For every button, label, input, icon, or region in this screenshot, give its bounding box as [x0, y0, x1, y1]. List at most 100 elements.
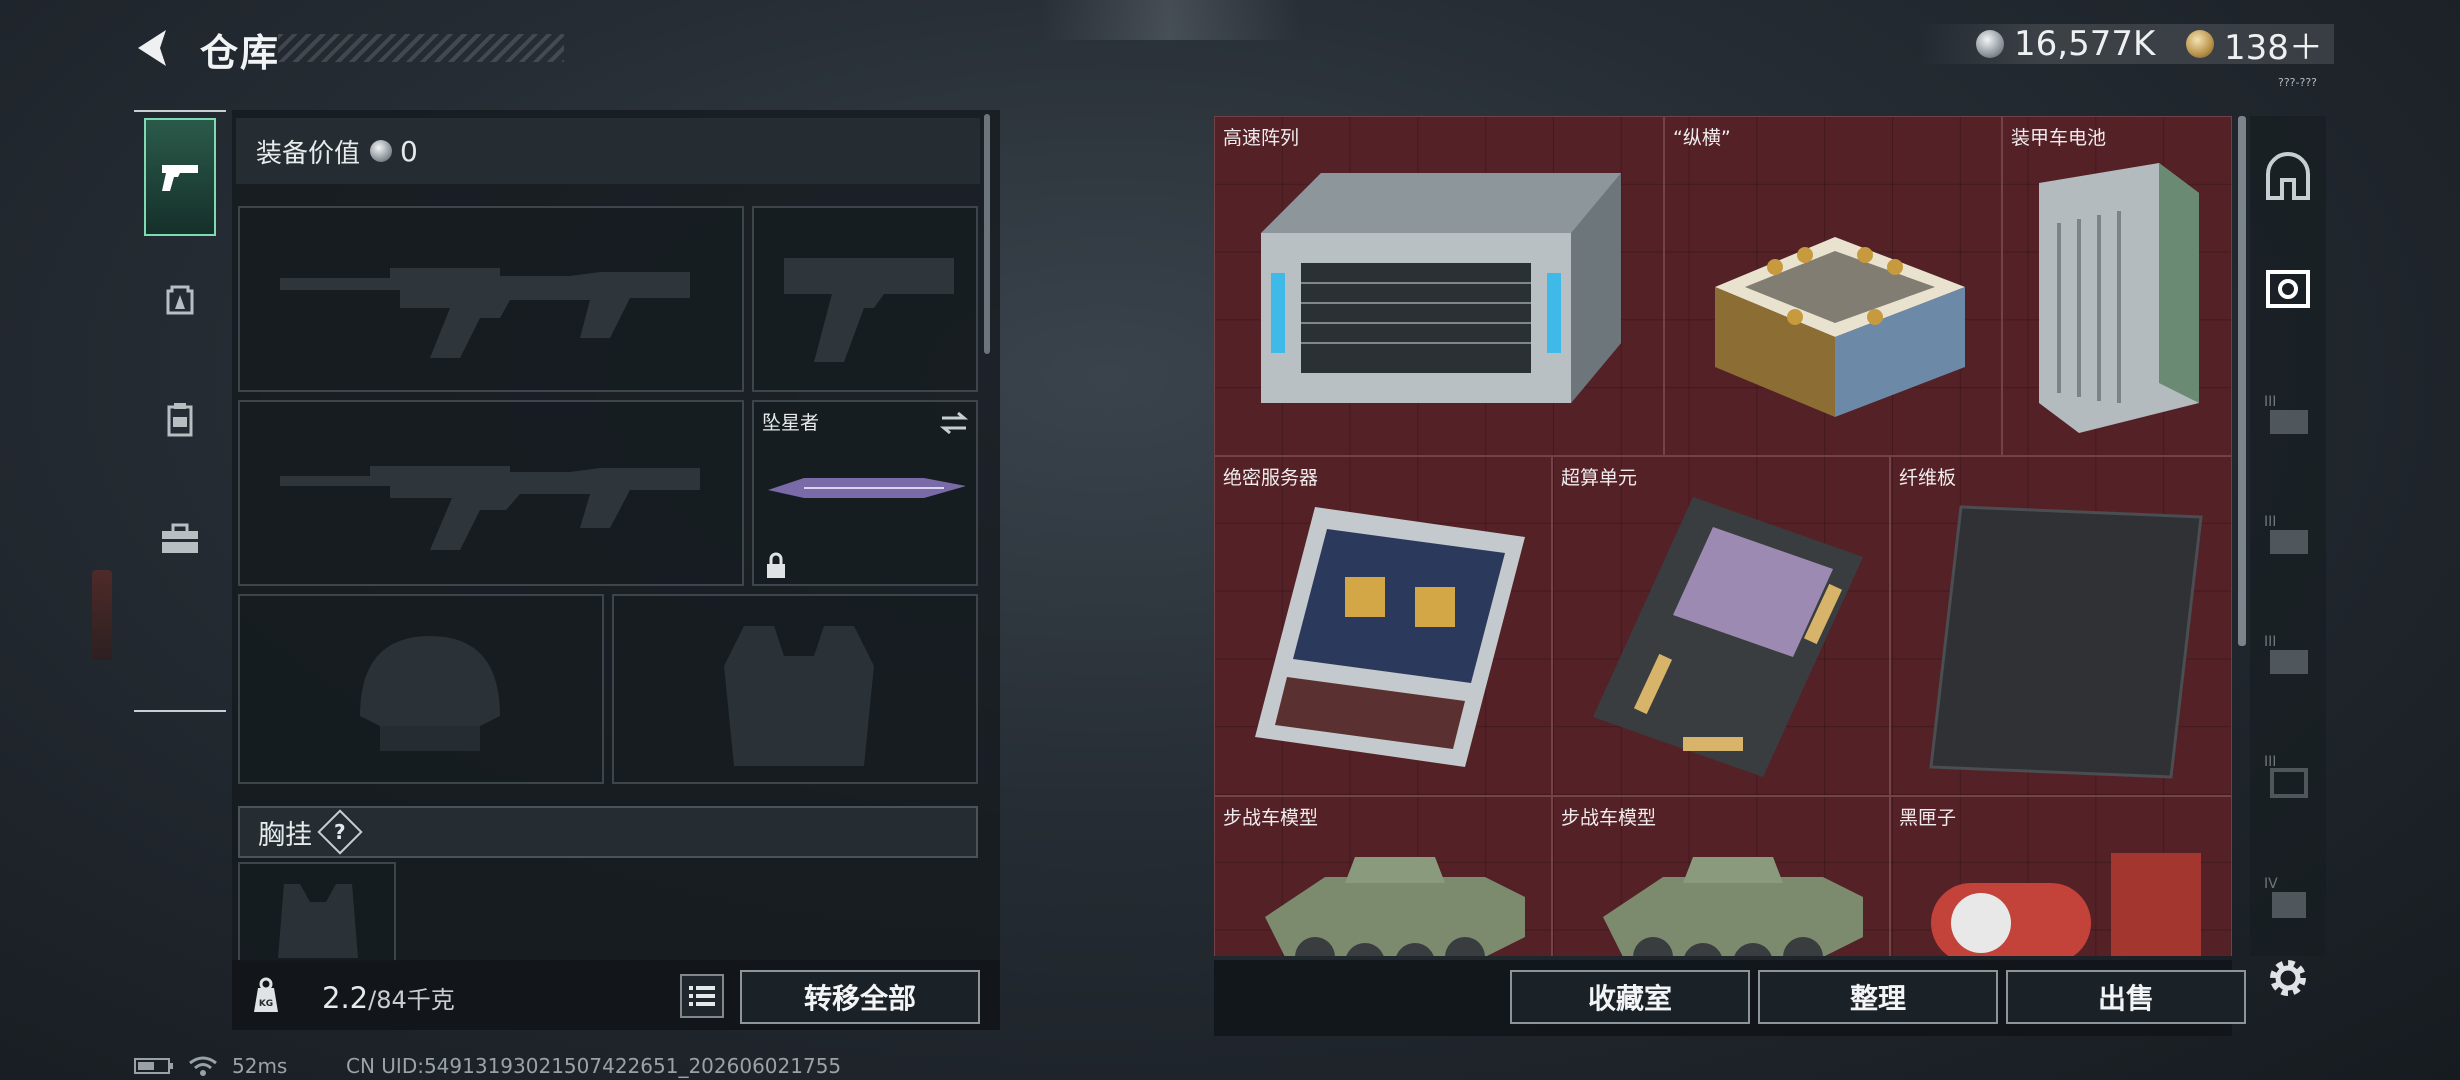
ping-value: 52ms — [232, 1054, 288, 1078]
ifv-model-icon — [1603, 857, 1863, 956]
backpack-icon — [166, 285, 194, 315]
helmet-silhouette-icon — [360, 636, 500, 751]
storage-item-black-box[interactable]: 黑匣子 — [1890, 796, 2232, 956]
background-traffic-cone — [92, 570, 112, 660]
currency-primary-amount: 16,577K — [2014, 24, 2156, 64]
tab-weapons[interactable] — [144, 118, 216, 236]
storage-item-supercomputing-unit[interactable]: 超算单元 — [1552, 456, 1890, 796]
storage-tier-3c-icon[interactable]: III — [2262, 630, 2314, 682]
status-bar: 52ms — [134, 1054, 287, 1078]
tab-toolbox[interactable] — [144, 480, 216, 598]
storage-item-high-speed-array[interactable]: 高速阵列 — [1214, 116, 1664, 456]
storage-tier-3d-icon[interactable]: III — [2262, 750, 2314, 802]
battery-icon — [134, 1058, 173, 1074]
storage-tier-4-icon[interactable]: IV — [2262, 872, 2314, 924]
title-decoration — [278, 34, 564, 62]
supercomputing-unit-icon — [1593, 497, 1863, 777]
page-title: 仓库 — [200, 31, 281, 75]
storage-item-ifv-model-2[interactable]: 步战车模型 — [1552, 796, 1890, 956]
primary-weapon-slot-1[interactable] — [238, 206, 744, 392]
lock-icon — [767, 552, 785, 578]
collection-room-button[interactable]: 收藏室 — [1510, 970, 1750, 1024]
chest-rig-silhouette-icon — [278, 884, 358, 958]
equipment-value: 0 — [370, 135, 418, 168]
svg-text:IV: IV — [2264, 876, 2278, 892]
item-name: 超算单元 — [1561, 467, 1638, 489]
sell-button[interactable]: 出售 — [2006, 970, 2246, 1024]
item-name: 步战车模型 — [1561, 807, 1657, 829]
user-id: CN UID:549131930215074226​51_20260602175… — [346, 1054, 842, 1078]
svg-text:III: III — [2264, 754, 2276, 770]
storage-item-ifv-model-1[interactable]: 步战车模型 — [1214, 796, 1552, 956]
svg-text:KG: KG — [259, 999, 273, 1009]
item-name: 绝密服务器 — [1223, 467, 1319, 489]
wifi-icon — [189, 1056, 217, 1076]
tab-divider-top — [134, 110, 226, 112]
settings-gear-icon[interactable] — [2260, 950, 2316, 1006]
rifle-silhouette-icon — [280, 466, 700, 550]
currency-secondary-amount: 138＋ — [2224, 27, 2323, 68]
storage-scrollbar[interactable] — [2238, 116, 2246, 646]
back-arrow-icon[interactable] — [132, 26, 176, 70]
armored-battery-icon — [2039, 163, 2199, 433]
silver-coin-icon — [1976, 30, 2004, 58]
storage-item-fiber-board[interactable]: 纤维板 — [1890, 456, 2232, 796]
svg-text:III: III — [2264, 634, 2276, 650]
tab-divider-bottom — [134, 710, 226, 712]
weight-max: /84千克 — [368, 986, 455, 1014]
storage-item-secret-server[interactable]: 绝密服务器 — [1214, 456, 1552, 796]
toolbox-icon — [162, 523, 198, 553]
help-badge[interactable]: ? — [317, 809, 363, 855]
sidearm-slot[interactable] — [752, 206, 978, 392]
item-name: 高速阵列 — [1223, 127, 1300, 149]
weight-current: 2.2 — [322, 981, 369, 1015]
storage-item-chess-box[interactable]: “纵横” — [1664, 116, 2002, 456]
storage-item-armored-battery[interactable]: 装甲车电池 — [2002, 116, 2232, 456]
tab-storage-case[interactable] — [144, 360, 216, 478]
weight-icon: KG — [254, 977, 278, 1012]
currency-primary[interactable]: 16,577K — [1976, 22, 2155, 66]
equipment-value-label: 装备价值 — [256, 138, 361, 169]
ifv-model-icon — [1265, 857, 1525, 956]
list-icon — [689, 986, 715, 1006]
rifle-silhouette-icon — [280, 268, 690, 358]
silver-coin-icon — [370, 140, 393, 162]
secret-server-icon — [1255, 507, 1525, 767]
vest-silhouette-icon — [724, 626, 874, 766]
item-name: 纤维板 — [1899, 467, 1957, 489]
storage-box-icon[interactable] — [2262, 262, 2314, 314]
equipment-scrollbar[interactable] — [984, 114, 990, 354]
currency-secondary[interactable]: 138＋ — [2186, 22, 2323, 68]
melee-name: 坠星者 — [762, 412, 820, 434]
fiber-board-icon — [1929, 505, 2203, 779]
equipment-value-header: 装备价值 0 — [236, 118, 980, 184]
swap-icon[interactable] — [938, 410, 970, 436]
svg-text:III: III — [2264, 514, 2276, 530]
carry-weight: 2.2/84千克 — [322, 980, 455, 1015]
storage-tier-3b-icon[interactable]: III — [2262, 510, 2314, 562]
item-name: “纵横” — [1673, 127, 1731, 149]
chest-rig-slot[interactable] — [238, 862, 396, 962]
pistol-silhouette-icon — [784, 258, 954, 362]
black-box-icon — [1931, 853, 2201, 956]
primary-weapon-slot-2[interactable] — [238, 400, 744, 586]
knife-icon — [768, 478, 966, 498]
storage-tier-3-icon[interactable]: III — [2262, 390, 2314, 442]
melee-slot[interactable]: 坠星者 — [752, 400, 978, 586]
high-speed-array-icon — [1261, 173, 1621, 403]
armor-slot[interactable] — [612, 594, 978, 784]
transfer-all-button[interactable]: 转移全部 — [740, 970, 980, 1024]
chess-box-icon — [1715, 237, 1965, 417]
item-name: 黑匣子 — [1899, 807, 1957, 829]
version-tag: ???-??? — [2278, 76, 2317, 89]
list-view-button[interactable] — [680, 974, 724, 1018]
vault-icon[interactable] — [2262, 152, 2314, 204]
chest-rig-label: 胸挂 — [258, 819, 312, 851]
sort-button[interactable]: 整理 — [1758, 970, 1998, 1024]
helmet-slot[interactable] — [238, 594, 604, 784]
equipment-value-amount: 0 — [400, 134, 418, 168]
equipment-tab-bar — [134, 110, 226, 712]
tab-gear[interactable] — [144, 240, 216, 358]
case-icon — [167, 403, 193, 437]
help-badge-text: ? — [334, 819, 346, 844]
